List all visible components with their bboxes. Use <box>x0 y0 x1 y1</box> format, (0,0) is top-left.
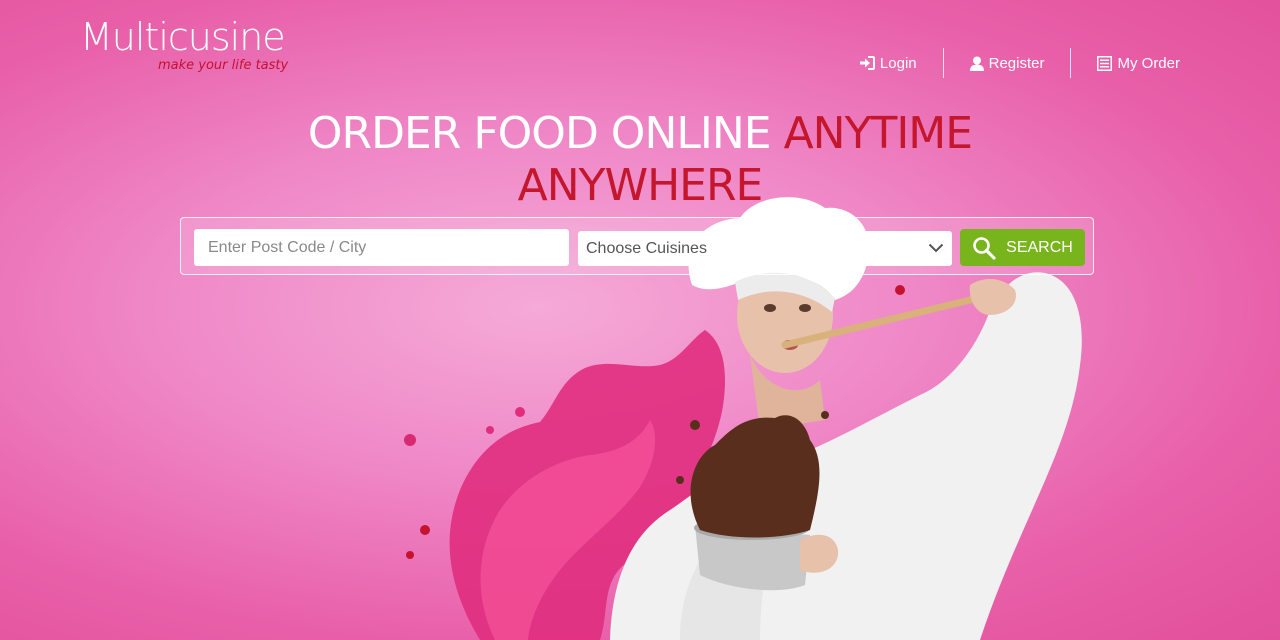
headline-white: ORDER FOOD ONLINE <box>307 108 772 159</box>
search-button[interactable]: SEARCH <box>960 229 1085 266</box>
logo[interactable]: Multicusine make your life tasty <box>80 15 288 73</box>
nav-register[interactable]: Register <box>944 48 1071 78</box>
top-nav: Login Register My Order <box>833 48 1180 78</box>
sign-in-icon <box>859 56 875 70</box>
nav-login[interactable]: Login <box>833 48 943 78</box>
nav-login-label: Login <box>879 54 917 72</box>
list-icon <box>1097 55 1113 71</box>
cuisine-select[interactable]: Choose Cuisines <box>578 231 952 266</box>
logo-title: Multicusine <box>80 15 286 59</box>
user-icon <box>969 56 984 71</box>
nav-my-order-label: My Order <box>1117 54 1180 72</box>
search-button-label: SEARCH <box>1006 238 1073 256</box>
search-icon <box>972 236 996 260</box>
cuisine-select-value: Choose Cuisines <box>586 239 707 257</box>
headline-red-anytime: ANYTIME <box>783 108 974 159</box>
nav-register-label: Register <box>988 54 1045 72</box>
nav-my-order[interactable]: My Order <box>1071 48 1180 78</box>
chevron-down-icon <box>928 240 944 258</box>
search-bar: Choose Cuisines SEARCH <box>180 217 1094 275</box>
post-code-input[interactable] <box>194 229 569 266</box>
logo-tagline: make your life tasty <box>158 58 289 73</box>
